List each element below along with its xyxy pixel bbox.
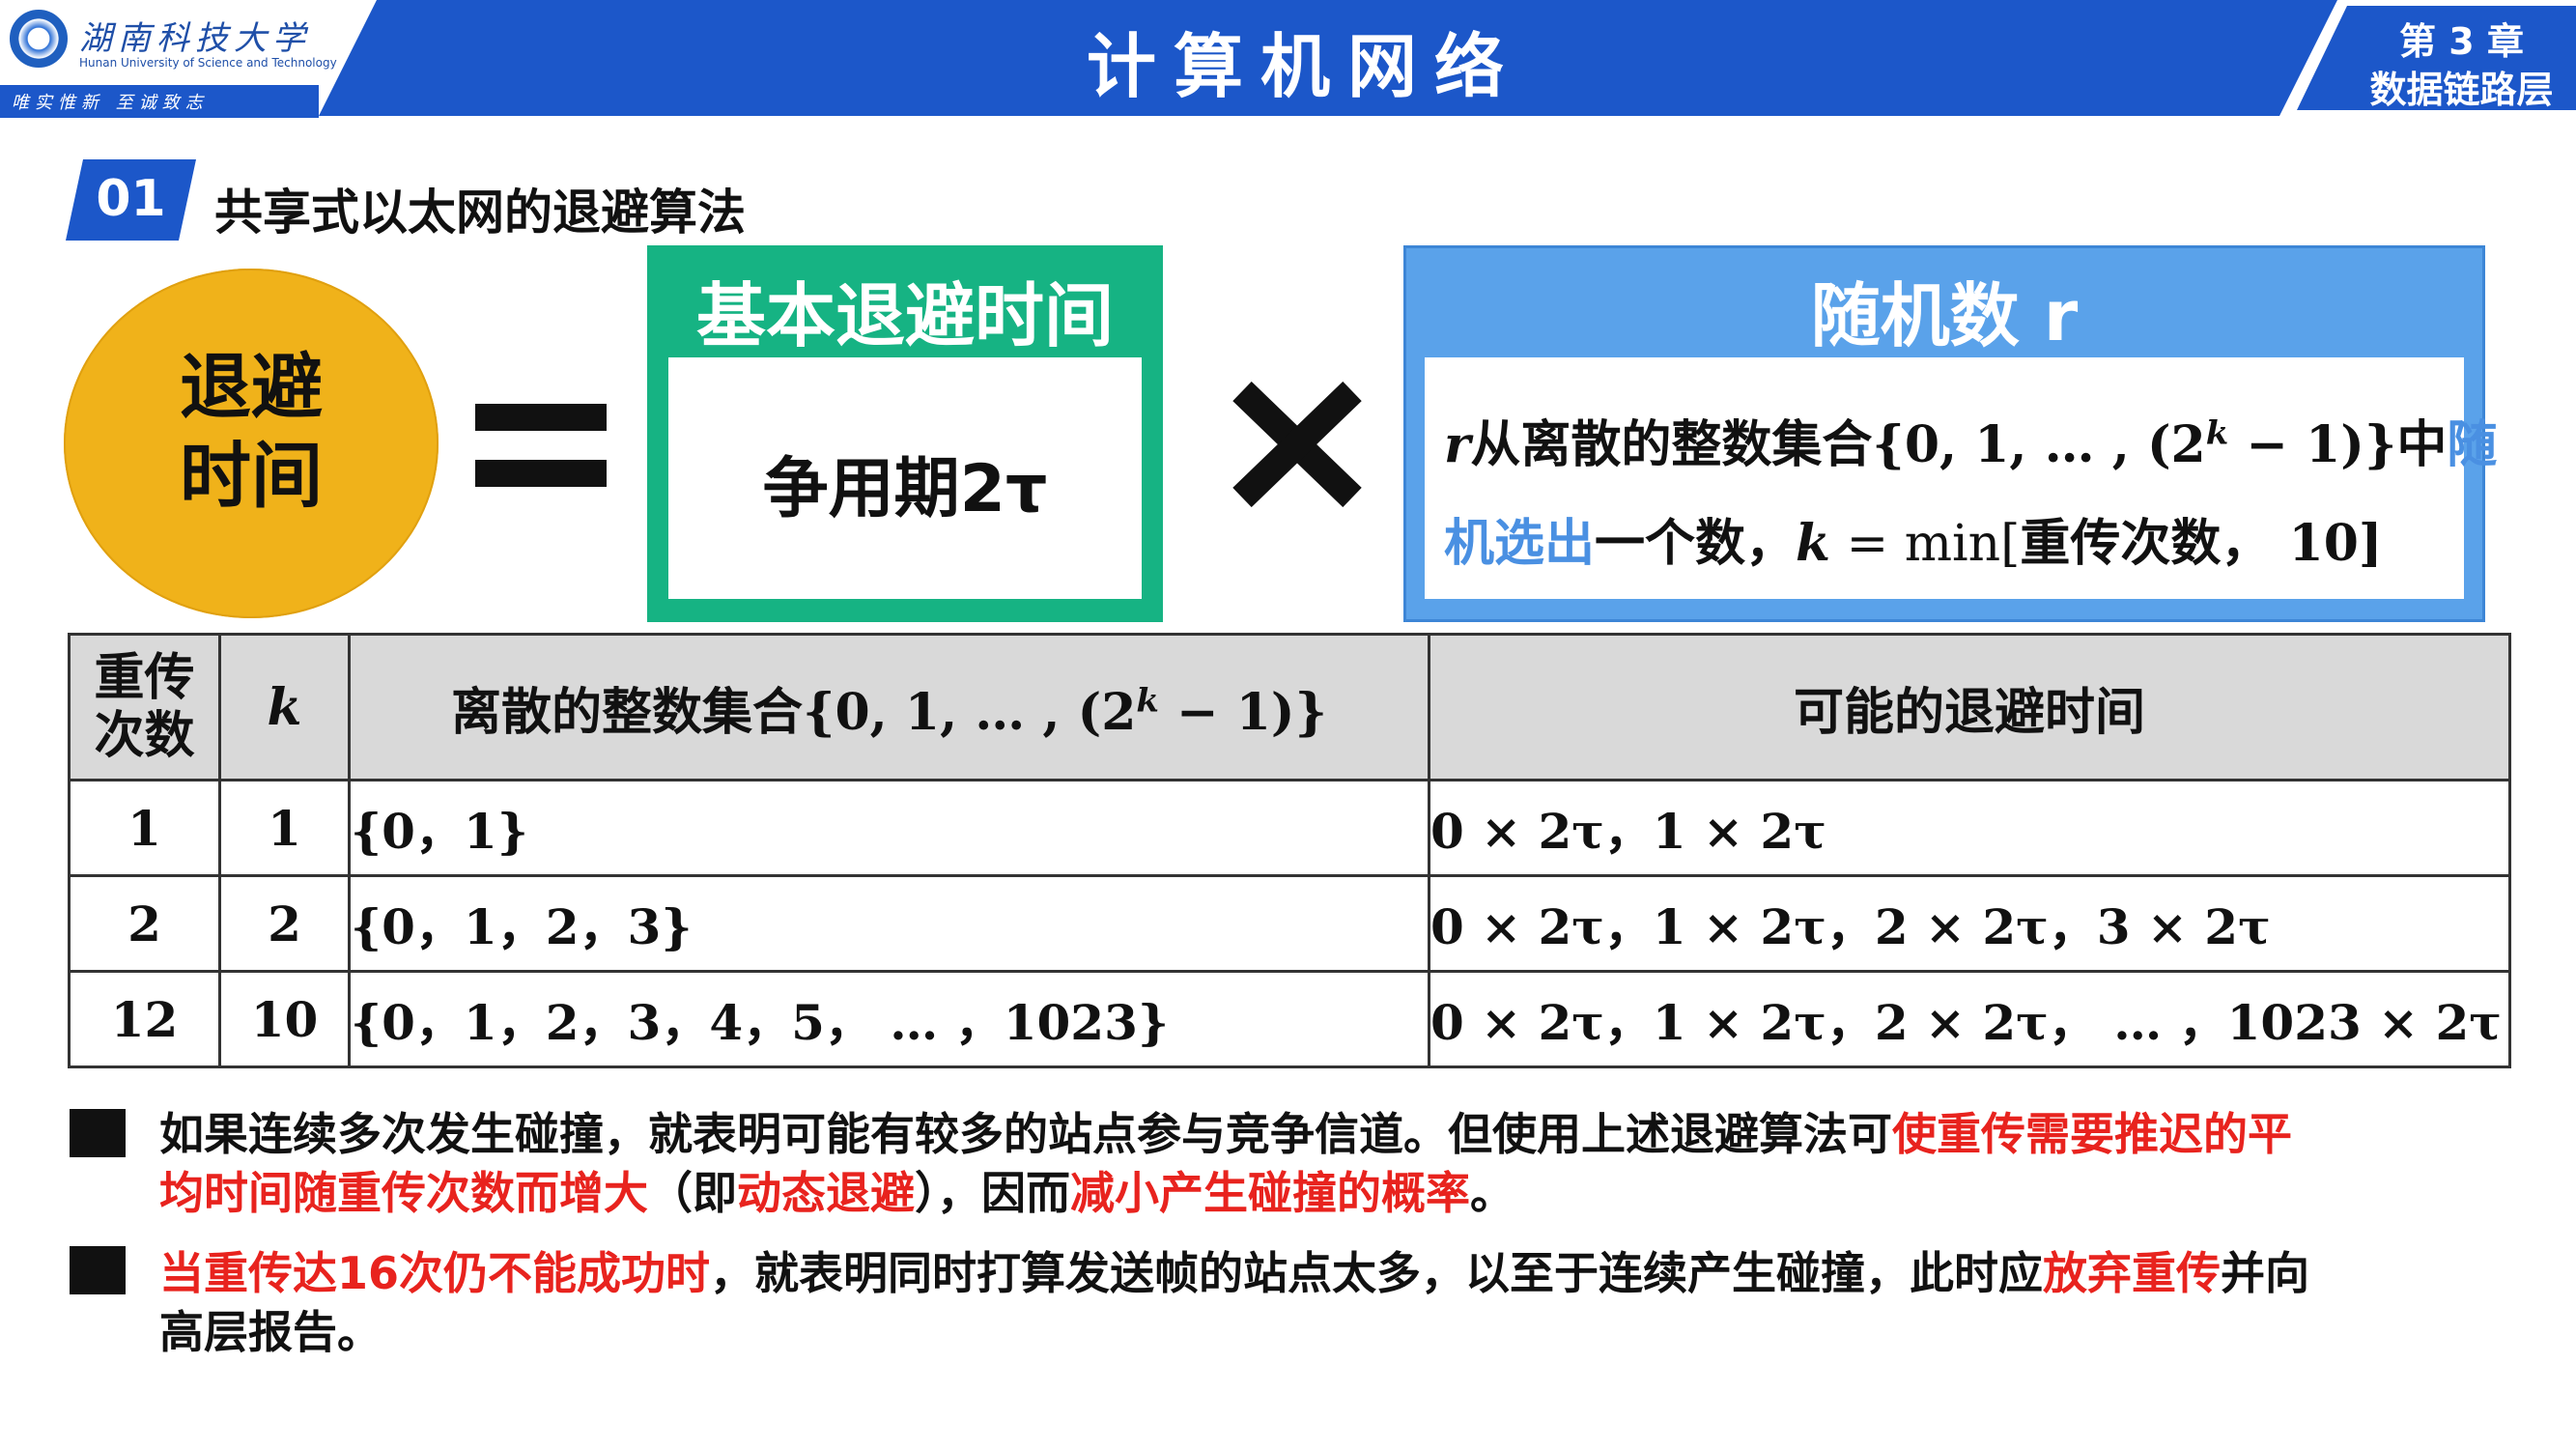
desc-text: 一个数， xyxy=(1595,515,1797,573)
note-text: 如果连续多次发生碰撞，就表明可能有较多的站点参与竞争信道。但使用上述退避算法可 xyxy=(159,1108,1892,1160)
equals-sign-top xyxy=(475,404,607,431)
backoff-time-label: 退避 时间 xyxy=(64,343,439,521)
cell-times: 0 × 2τ，1 × 2τ，2 × 2τ，3 × 2τ xyxy=(1428,874,2511,973)
header-set: 离散的整数集合{0, 1, … , (2k − 1)} xyxy=(348,633,1430,781)
cell-times: 0 × 2τ，1 × 2τ，2 × 2τ， … ，1023 × 2τ xyxy=(1428,970,2511,1068)
circle-line2: 时间 xyxy=(180,435,323,518)
circle-line1: 退避 xyxy=(180,346,323,429)
table-row: 12 10 {0，1，2，3，4，5， … ，1023} 0 × 2τ，1 × … xyxy=(68,970,2511,1068)
cell-retries: 12 xyxy=(68,970,221,1068)
chapter-name: 数据链路层 xyxy=(2369,69,2554,111)
random-number-desc-line1: r从离散的整数集合{0, 1, … , (2k − 1)}中随 xyxy=(1444,404,2497,476)
header-set-exp: k xyxy=(1136,681,1159,721)
note-2-line1: 当重传达16次仍不能成功时，就表明同时打算发送帧的站点太多，以至于连续产生碰撞，… xyxy=(159,1244,2309,1302)
cell-times: 0 × 2τ，1 × 2τ xyxy=(1428,779,2511,877)
cell-k: 2 xyxy=(218,874,351,973)
var-r: r xyxy=(1444,415,1471,474)
min-expr: = min[ xyxy=(1830,515,2021,573)
course-title: 计算机网络 xyxy=(1086,26,1521,107)
note-highlight: 动态退避 xyxy=(737,1167,915,1219)
cell-set: {0，1，2，3，4，5， … ，1023} xyxy=(348,970,1430,1068)
header-k: k xyxy=(218,633,351,781)
desc-text: 重传次数， xyxy=(2020,515,2272,573)
section-number: 01 xyxy=(96,170,166,228)
bullet-square-icon xyxy=(70,1246,126,1294)
note-highlight: 当重传达16次仍不能成功时 xyxy=(159,1247,711,1299)
header-set-math-end: − 1)} xyxy=(1158,682,1327,742)
highlight-text: 随 xyxy=(2447,416,2498,474)
note-1-line2: 均时间随重传次数而增大（即动态退避），因而减小产生碰撞的概率。 xyxy=(159,1164,1514,1222)
cell-set: {0，1，2，3} xyxy=(348,874,1430,973)
university-name: 湖南科技大学 xyxy=(79,19,311,58)
desc-text: 从离散的整数集合 xyxy=(1470,416,1873,474)
note-text: 并向 xyxy=(2221,1247,2310,1299)
note-2-line2: 高层报告。 xyxy=(159,1306,382,1358)
header-retries: 重传 次数 xyxy=(68,633,221,781)
note-highlight: 均时间随重传次数而增大 xyxy=(159,1167,648,1219)
equals-sign-bottom xyxy=(475,460,607,487)
header-set-text: 离散的整数集合 xyxy=(451,683,804,742)
header-k-text: k xyxy=(267,677,302,737)
cell-retries: 1 xyxy=(68,779,221,877)
chapter-number: 第 3 章 xyxy=(2399,20,2524,63)
header-retries-line2: 次数 xyxy=(94,707,195,765)
backoff-table: 重传 次数 k 离散的整数集合{0, 1, … , (2k − 1)} 可能的退… xyxy=(68,633,2511,1068)
section-title: 共享式以太网的退避算法 xyxy=(214,185,746,241)
university-seal-icon xyxy=(10,10,68,68)
note-text: （即 xyxy=(648,1167,737,1219)
university-english-name: Hunan University of Science and Technolo… xyxy=(79,56,337,70)
note-highlight: 减小产生碰撞的概率 xyxy=(1070,1167,1470,1219)
bullet-square-icon xyxy=(70,1109,126,1157)
note-text: ），因而 xyxy=(915,1167,1070,1219)
set-expr-end: − 1)} xyxy=(2228,415,2397,474)
table-row: 1 1 {0，1} 0 × 2τ，1 × 2τ xyxy=(68,779,2511,877)
header-retries-line1: 重传 xyxy=(94,649,195,707)
cell-retries: 2 xyxy=(68,874,221,973)
header-possible-times: 可能的退避时间 xyxy=(1428,633,2511,781)
random-number-title: 随机数 r xyxy=(1810,275,2079,356)
multiply-icon xyxy=(1232,382,1362,507)
random-number-desc-line2: 机选出一个数，k = min[重传次数， 10] xyxy=(1444,502,2383,575)
highlight-text: 机选出 xyxy=(1444,515,1596,573)
header-set-math: {0, 1, … , (2 xyxy=(803,682,1137,742)
university-motto: 唯实惟新 至诚致志 xyxy=(12,93,209,113)
note-1-line1: 如果连续多次发生碰撞，就表明可能有较多的站点参与竞争信道。但使用上述退避算法可使… xyxy=(159,1105,2292,1163)
base-backoff-title: 基本退避时间 xyxy=(695,275,1114,356)
var-k: k xyxy=(1796,514,1831,573)
table-header-row: 重传 次数 k 离散的整数集合{0, 1, … , (2k − 1)} 可能的退… xyxy=(68,633,2511,781)
desc-text: 中 xyxy=(2396,416,2448,474)
cell-set: {0，1} xyxy=(348,779,1430,877)
note-highlight: 放弃重传 xyxy=(2043,1247,2222,1299)
note-text: ，就表明同时打算发送帧的站点太多，以至于连续产生碰撞，此时应 xyxy=(710,1247,2044,1299)
min-expr-end: 10] xyxy=(2271,514,2383,573)
exp-k: k xyxy=(2205,413,2229,453)
table-row: 2 2 {0，1，2，3} 0 × 2τ，1 × 2τ，2 × 2τ，3 × 2… xyxy=(68,874,2511,973)
note-text: 。 xyxy=(1470,1167,1514,1219)
contention-period-text: 争用期2τ xyxy=(762,451,1048,527)
note-highlight: 使重传需要推迟的平 xyxy=(1892,1108,2292,1160)
cell-k: 1 xyxy=(218,779,351,877)
cell-k-highlight: 10 xyxy=(218,970,351,1068)
set-expr: {0, 1, … , (2 xyxy=(1872,415,2206,474)
